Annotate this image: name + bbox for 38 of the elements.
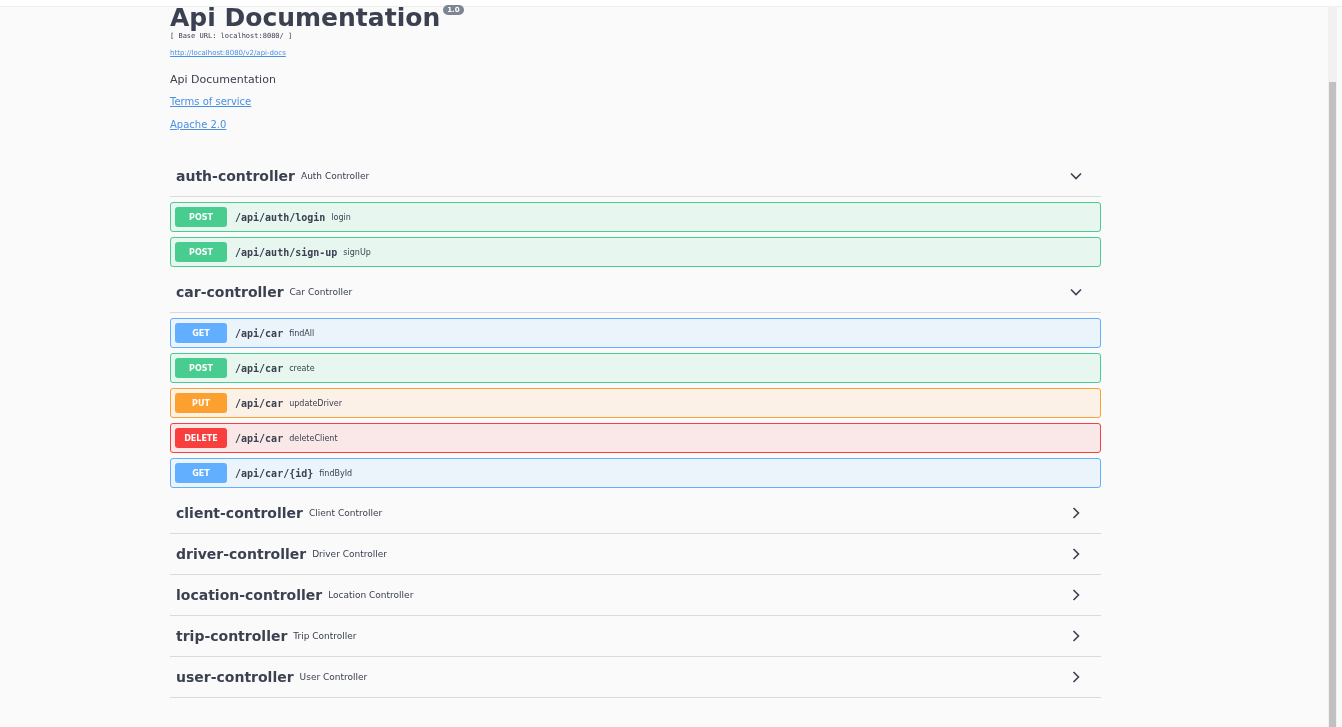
- endpoint-path: /api/auth/login: [235, 211, 326, 223]
- method-badge: DELETE: [175, 428, 227, 448]
- operation-row[interactable]: PUT /api/car updateDriver: [170, 388, 1101, 418]
- page-title: Api Documentation: [170, 3, 441, 33]
- endpoint-path: /api/car: [235, 397, 284, 409]
- section-header[interactable]: client-controller Client Controller: [170, 493, 1101, 534]
- operation-row[interactable]: POST /api/auth/sign-up signUp: [170, 237, 1101, 267]
- section-header[interactable]: trip-controller Trip Controller: [170, 616, 1101, 657]
- operation-summary: create: [289, 363, 315, 373]
- operation-summary: signUp: [343, 247, 371, 257]
- method-badge: GET: [175, 463, 227, 483]
- method-badge: POST: [175, 242, 227, 262]
- operation-row[interactable]: POST /api/car create: [170, 353, 1101, 383]
- operation-summary: findAll: [289, 328, 315, 338]
- method-badge: PUT: [175, 393, 227, 413]
- method-badge: POST: [175, 358, 227, 378]
- endpoint-path: /api/car: [235, 432, 284, 444]
- section-header[interactable]: location-controller Location Controller: [170, 575, 1101, 616]
- operation-summary: deleteClient: [289, 433, 338, 443]
- operation-summary: login: [331, 212, 351, 222]
- endpoint-path: /api/car: [235, 362, 284, 374]
- scrollbar[interactable]: [1328, 6, 1337, 727]
- description: Api Documentation: [170, 73, 277, 86]
- operation-row[interactable]: GET /api/car/{id} findById: [170, 458, 1101, 488]
- section-header[interactable]: driver-controller Driver Controller: [170, 534, 1101, 575]
- operation-row[interactable]: DELETE /api/car deleteClient: [170, 423, 1101, 453]
- operation-row[interactable]: GET /api/car findAll: [170, 318, 1101, 348]
- operation-summary: findById: [319, 468, 353, 478]
- operation-row[interactable]: POST /api/auth/login login: [170, 202, 1101, 232]
- section-header[interactable]: user-controller User Controller: [170, 657, 1101, 698]
- method-badge: POST: [175, 207, 227, 227]
- endpoint-path: /api/car: [235, 327, 284, 339]
- section-header[interactable]: car-controller Car Controller: [170, 272, 1101, 313]
- section-header[interactable]: auth-controller Auth Controller: [170, 156, 1101, 197]
- endpoint-path: /api/car/{id}: [235, 467, 314, 479]
- endpoint-path: /api/auth/sign-up: [235, 246, 338, 258]
- method-badge: GET: [175, 323, 227, 343]
- operation-summary: updateDriver: [289, 398, 342, 408]
